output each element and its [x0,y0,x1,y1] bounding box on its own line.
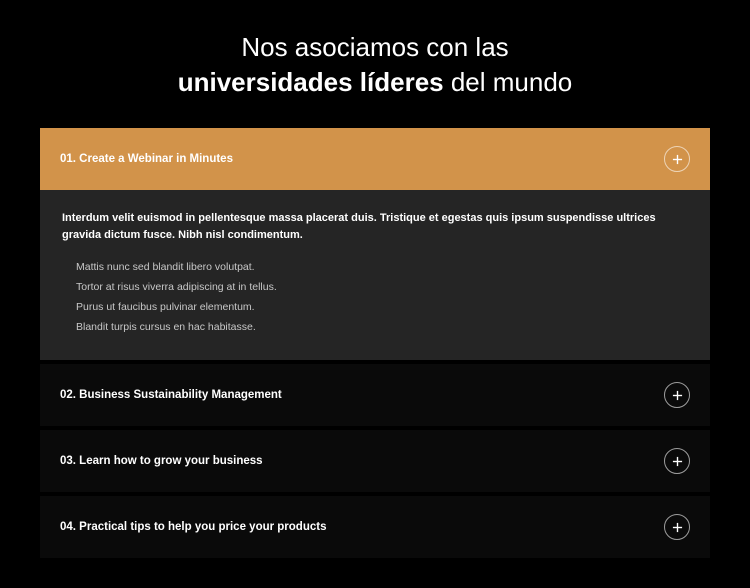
list-item: Tortor at risus viverra adipiscing at in… [74,278,688,298]
main-container: Nos asociamos con las universidades líde… [0,0,750,588]
plus-icon [664,146,690,172]
accordion-header-1[interactable]: 01. Create a Webinar in Minutes [40,128,710,190]
list-item: Blandit turpis cursus en hac habitasse. [74,318,688,338]
plus-icon [664,514,690,540]
accordion-title-1: 01. Create a Webinar in Minutes [60,153,233,165]
accordion-title-4: 04. Practical tips to help you price you… [60,521,326,533]
accordion-header-4[interactable]: 04. Practical tips to help you price you… [40,496,710,558]
heading-line1: Nos asociamos con las [241,32,508,62]
heading-bold: universidades líderes [178,67,444,97]
page-heading: Nos asociamos con las universidades líde… [40,30,710,100]
accordion-header-3[interactable]: 03. Learn how to grow your business [40,430,710,492]
accordion-header-2[interactable]: 02. Business Sustainability Management [40,364,710,426]
list-item: Purus ut faucibus pulvinar elementum. [74,298,688,318]
content-intro: Interdum velit euismod in pellentesque m… [62,210,688,244]
accordion: 01. Create a Webinar in Minutes Interdum… [40,128,710,558]
accordion-item-1: 01. Create a Webinar in Minutes Interdum… [40,128,710,360]
accordion-item-3: 03. Learn how to grow your business [40,430,710,492]
accordion-content-1: Interdum velit euismod in pellentesque m… [40,190,710,360]
accordion-title-2: 02. Business Sustainability Management [60,389,282,401]
plus-icon [664,448,690,474]
list-item: Mattis nunc sed blandit libero volutpat. [74,258,688,278]
accordion-item-4: 04. Practical tips to help you price you… [40,496,710,558]
accordion-item-2: 02. Business Sustainability Management [40,364,710,426]
plus-icon [664,382,690,408]
heading-suffix: del mundo [444,67,573,97]
content-list: Mattis nunc sed blandit libero volutpat.… [62,258,688,338]
accordion-title-3: 03. Learn how to grow your business [60,455,263,467]
